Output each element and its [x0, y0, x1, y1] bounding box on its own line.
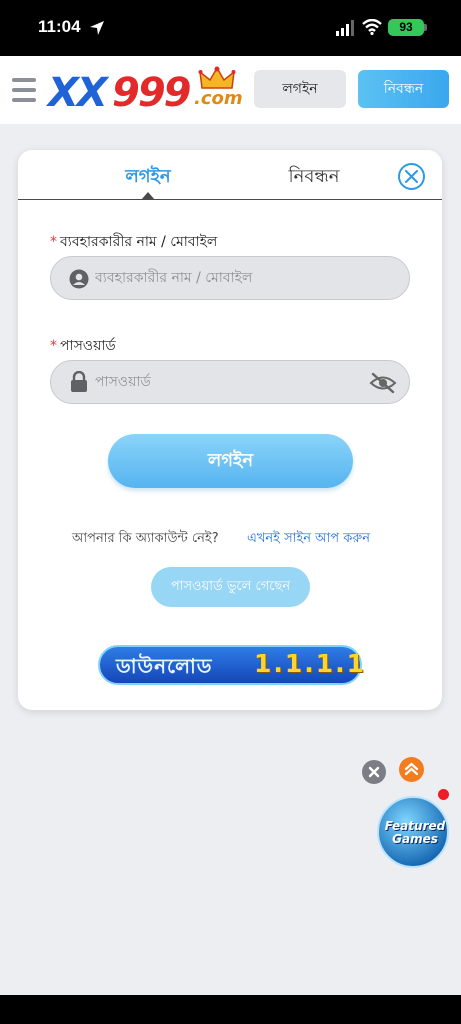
- chevron-up-icon: [404, 762, 419, 776]
- signal-icon: [336, 20, 354, 36]
- close-button[interactable]: [398, 163, 425, 190]
- header-register-button[interactable]: নিবন্ধন: [358, 70, 449, 108]
- featured-games-label: Featured Games: [383, 820, 447, 846]
- featured-label-bottom: Games: [392, 832, 438, 846]
- password-field[interactable]: [50, 360, 410, 404]
- battery-tip: [424, 24, 427, 31]
- username-field[interactable]: [50, 256, 410, 300]
- username-label: * ব্যবহারকারীর নাম / মোবাইল: [50, 230, 217, 254]
- battery-level: 93: [399, 20, 413, 34]
- username-input[interactable]: [95, 257, 355, 299]
- required-mark: *: [50, 234, 57, 250]
- featured-games-button[interactable]: Featured Games: [377, 796, 449, 868]
- status-time: 11:04: [38, 17, 81, 36]
- login-button[interactable]: লগইন: [108, 434, 353, 488]
- password-input[interactable]: [95, 361, 355, 403]
- featured-label-top: Featured: [384, 819, 446, 833]
- logo-xx: XX: [48, 70, 108, 116]
- required-mark: *: [50, 338, 57, 354]
- menu-icon[interactable]: [12, 78, 38, 102]
- app-header: XX 999 .com লগইন নিবন্ধন: [0, 56, 461, 124]
- lock-icon: [71, 371, 87, 392]
- header-login-button[interactable]: লগইন: [254, 70, 346, 108]
- close-icon: [368, 766, 380, 778]
- location-arrow-icon: [90, 21, 104, 35]
- password-label: * পাসওয়ার্ড: [50, 334, 116, 358]
- home-indicator-bar: [0, 995, 461, 1024]
- download-button[interactable]: ডাউনলোড 1.1.1.1: [98, 645, 364, 685]
- download-version: 1.1.1.1: [254, 649, 367, 678]
- active-tab-indicator: [141, 192, 155, 200]
- logo-999: 999: [112, 70, 191, 116]
- eye-off-icon[interactable]: [369, 372, 397, 394]
- no-account-text: আপনার কি অ্যাকাউন্ট নেই?: [72, 531, 219, 546]
- scroll-top-button[interactable]: [399, 757, 424, 782]
- tab-login[interactable]: লগইন: [88, 162, 208, 193]
- logo-com: .com: [194, 88, 243, 109]
- login-modal: লগইন নিবন্ধন * ব্যবহারকারীর নাম / মোবাইল …: [18, 150, 442, 710]
- notification-dot: [438, 789, 449, 800]
- wifi-icon: [362, 19, 382, 35]
- tab-register[interactable]: নিবন্ধন: [254, 162, 374, 193]
- user-icon: [69, 269, 89, 289]
- password-label-text: পাসওয়ার্ড: [60, 338, 116, 354]
- logo[interactable]: XX 999 .com: [46, 66, 244, 116]
- status-bar: 11:04 93: [0, 0, 461, 56]
- download-label: ডাউনলোড: [116, 654, 213, 678]
- forgot-password-button[interactable]: পাসওয়ার্ড ভুলে গেছেন: [151, 567, 310, 607]
- close-icon: [405, 170, 418, 183]
- battery-icon: 93: [388, 19, 424, 36]
- signup-link[interactable]: এখনই সাইন আপ করুন: [247, 529, 370, 550]
- username-label-text: ব্যবহারকারীর নাম / মোবাইল: [60, 234, 218, 250]
- float-close-button[interactable]: [362, 760, 386, 784]
- auth-tabs: লগইন নিবন্ধন: [18, 150, 442, 200]
